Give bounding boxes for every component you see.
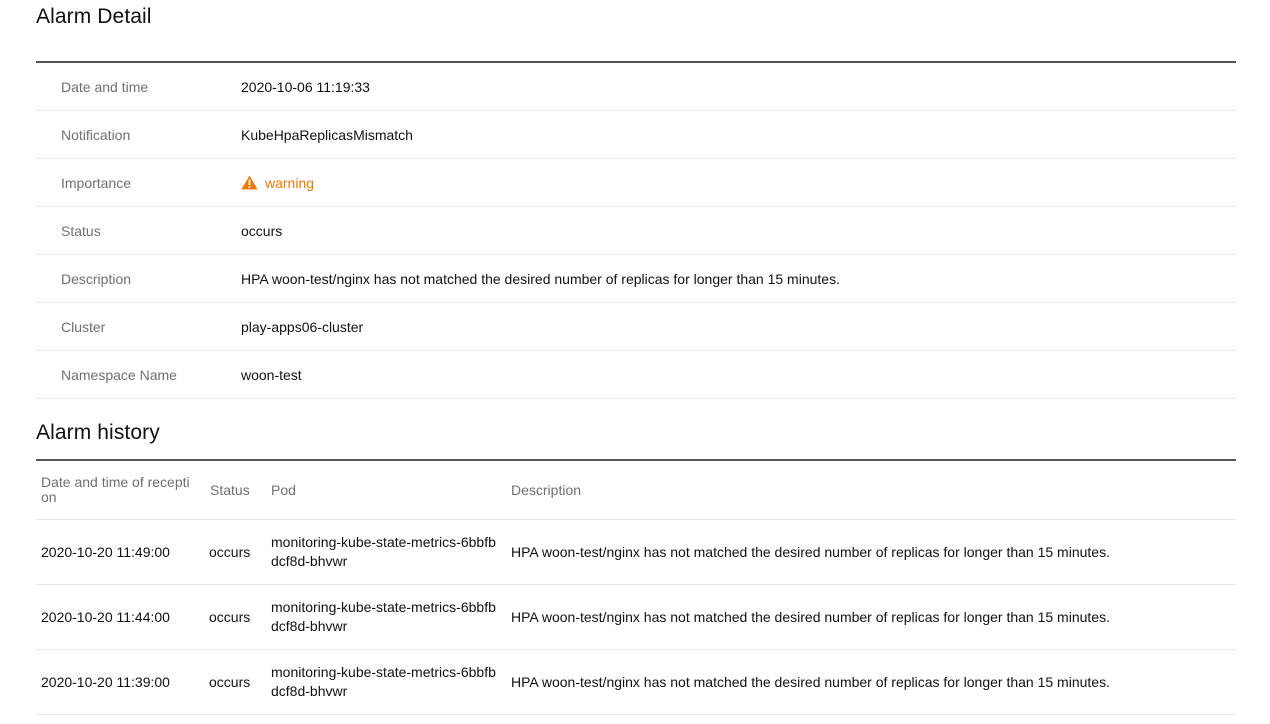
detail-value-description: HPA woon-test/nginx has not matched the …: [241, 270, 840, 287]
detail-label: Status: [61, 222, 101, 239]
alarm-detail-table: Date and time 2020-10-06 11:19:33 Notifi…: [36, 61, 1236, 399]
history-date: 2020-10-20 11:44:00: [41, 609, 170, 625]
detail-value-namespace: woon-test: [241, 366, 302, 383]
importance-badge: warning: [241, 175, 314, 191]
detail-value-cluster: play-apps06-cluster: [241, 318, 364, 335]
detail-label: Notification: [61, 126, 131, 143]
table-row[interactable]: 2020-10-20 11:49:00 occurs monitoring-ku…: [36, 520, 1236, 585]
column-header-date[interactable]: Date and time of reception: [36, 475, 205, 505]
history-description: HPA woon-test/nginx has not matched the …: [511, 609, 1110, 625]
detail-label: Importance: [61, 174, 132, 191]
detail-label: Namespace Name: [61, 366, 177, 383]
importance-value: warning: [265, 174, 315, 191]
history-pod: monitoring-kube-state-metrics-6bbfbdcf8d…: [271, 534, 496, 569]
detail-value-date: 2020-10-06 11:19:33: [241, 78, 370, 95]
history-date: 2020-10-20 11:49:00: [41, 544, 170, 560]
alarm-detail-title: Alarm Detail: [36, 5, 152, 28]
column-header-description[interactable]: Description: [506, 482, 1236, 498]
detail-value-status: occurs: [241, 222, 283, 239]
detail-label: Date and time: [61, 78, 149, 95]
history-status: occurs: [209, 674, 251, 690]
history-status: occurs: [209, 544, 251, 560]
detail-row-description: Description HPA woon-test/nginx has not …: [36, 255, 1236, 303]
detail-row-cluster: Cluster play-apps06-cluster: [36, 303, 1236, 351]
history-header-row: Date and time of reception Status Pod De…: [36, 461, 1236, 520]
alarm-page: Alarm Detail Date and time 2020-10-06 11…: [36, 0, 1236, 715]
alarm-history-title: Alarm history: [36, 421, 160, 444]
detail-label: Description: [61, 270, 132, 287]
history-description: HPA woon-test/nginx has not matched the …: [511, 544, 1110, 560]
detail-label: Cluster: [61, 318, 106, 335]
detail-row-importance: Importance warning: [36, 159, 1236, 207]
table-row[interactable]: 2020-10-20 11:44:00 occurs monitoring-ku…: [36, 585, 1236, 650]
column-header-pod[interactable]: Pod: [266, 481, 506, 500]
detail-row-notification: Notification KubeHpaReplicasMismatch: [36, 111, 1236, 159]
history-pod: monitoring-kube-state-metrics-6bbfbdcf8d…: [271, 599, 496, 634]
alarm-history-table: Date and time of reception Status Pod De…: [36, 459, 1236, 715]
history-date: 2020-10-20 11:39:00: [41, 674, 170, 690]
column-header-status[interactable]: Status: [205, 482, 266, 498]
detail-value-notification: KubeHpaReplicasMismatch: [241, 126, 413, 143]
warning-triangle-icon: [241, 175, 258, 190]
history-description: HPA woon-test/nginx has not matched the …: [511, 674, 1110, 690]
detail-row-namespace: Namespace Name woon-test: [36, 351, 1236, 399]
history-pod: monitoring-kube-state-metrics-6bbfbdcf8d…: [271, 664, 496, 699]
table-row[interactable]: 2020-10-20 11:39:00 occurs monitoring-ku…: [36, 650, 1236, 715]
detail-row-status: Status occurs: [36, 207, 1236, 255]
detail-row-date: Date and time 2020-10-06 11:19:33: [36, 63, 1236, 111]
history-status: occurs: [209, 609, 251, 625]
